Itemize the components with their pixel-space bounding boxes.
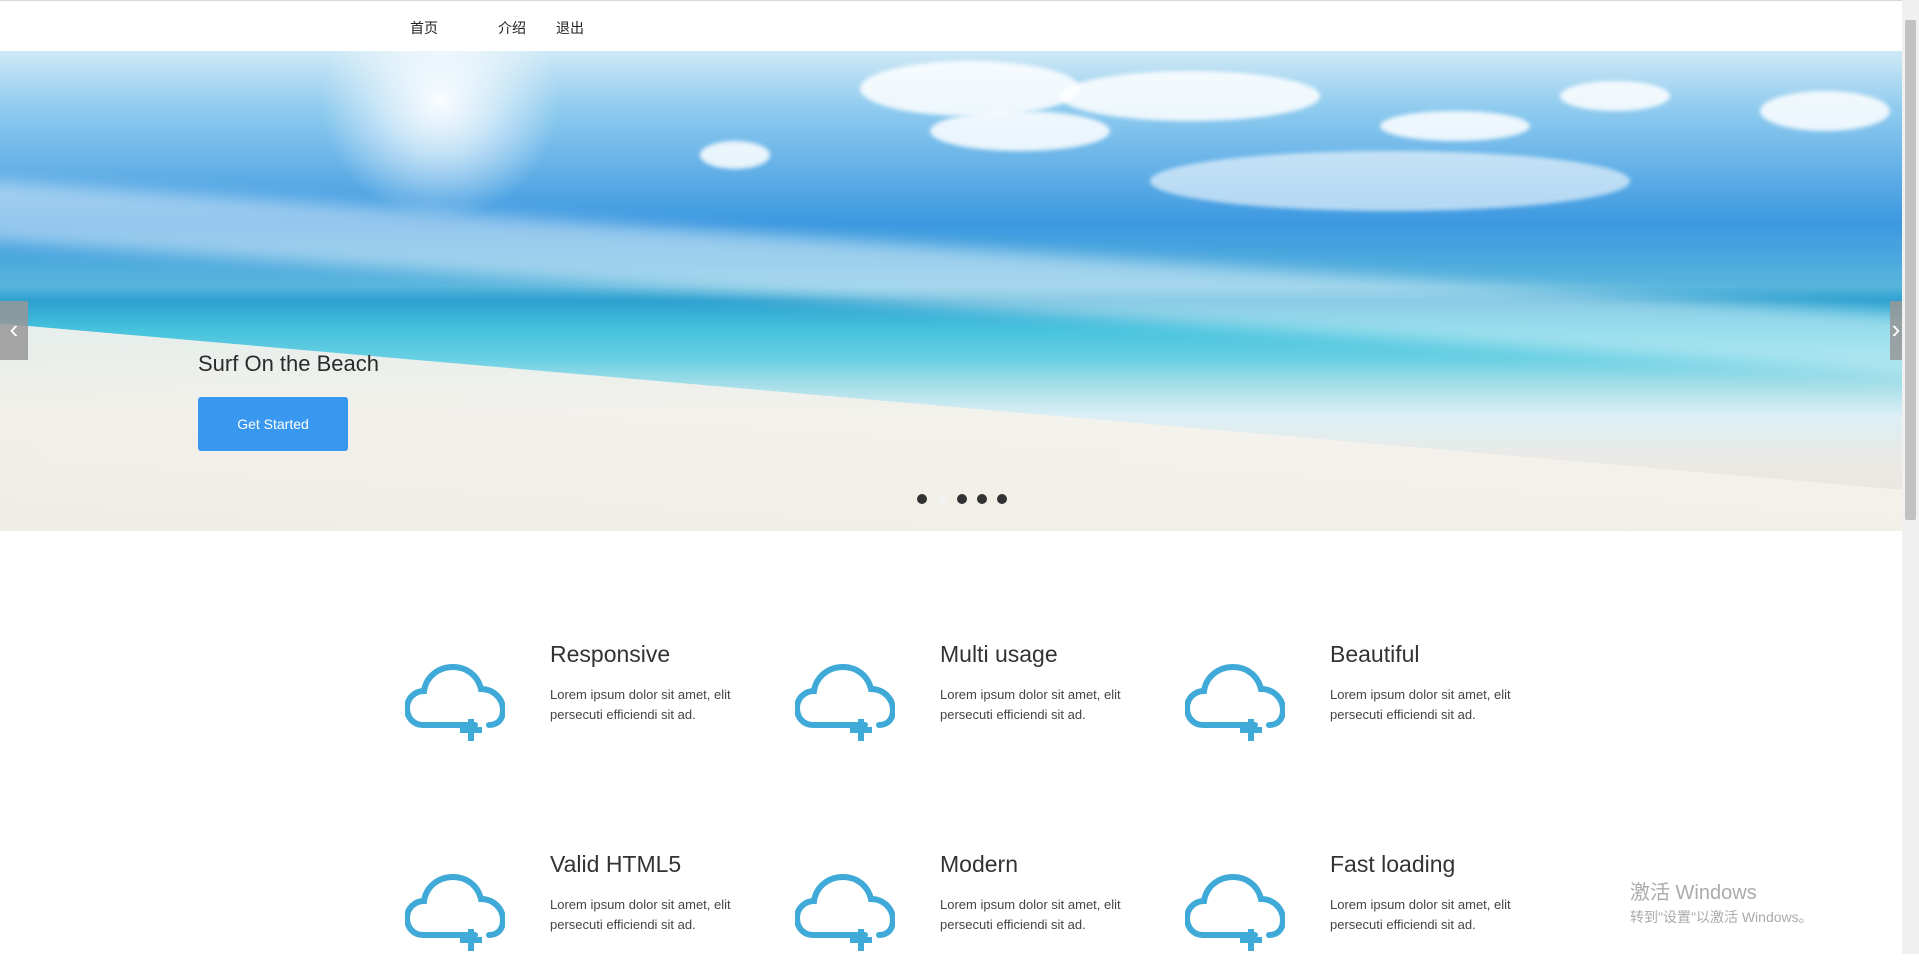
carousel-dot[interactable] [937,494,947,504]
nav-home-link[interactable]: 首页 [410,18,438,38]
feature-description: Lorem ipsum dolor sit amet, elit persecu… [1330,687,1511,722]
watermark-title: 激活 Windows [1630,882,1757,904]
page-scrollbar[interactable] [1902,0,1919,954]
cloud-plus-icon [405,663,505,741]
feature-title: Beautiful [1330,641,1420,667]
feature-beautiful: Beautiful Lorem ipsum dolor sit amet, el… [1185,641,1545,761]
carousel-indicators [917,491,1017,504]
cloud-plus-icon [1185,663,1285,741]
cloud-shape [1760,91,1890,131]
feature-title: Valid HTML5 [550,851,682,877]
feature-description: Lorem ipsum dolor sit amet, elit persecu… [1330,897,1511,932]
cloud-shape [860,61,1080,116]
carousel-dot[interactable] [957,494,967,504]
watermark-subtitle: 转到"设置"以激活 Windows。 [1630,909,1813,925]
cloud-shape [1560,81,1670,111]
feature-title: Responsive [550,641,671,667]
top-navbar: 首页 介绍 退出 [0,0,1919,51]
feature-description: Lorem ipsum dolor sit amet, elit persecu… [550,687,731,722]
feature-title: Modern [940,851,1018,877]
cloud-shape [1060,71,1320,121]
feature-description: Lorem ipsum dolor sit amet, elit persecu… [940,687,1121,722]
cloud-plus-icon [795,663,895,741]
nav-intro-link[interactable]: 介绍 [498,18,526,38]
hero-title: Surf On the Beach [198,351,379,376]
hero-carousel: Surf On the Beach Get Started ‹ › [0,51,1902,531]
carousel-dot[interactable] [997,494,1007,504]
feature-description: Lorem ipsum dolor sit amet, elit persecu… [940,897,1121,932]
cloud-shape [930,111,1110,151]
cloud-plus-icon [795,873,895,951]
cloud-shape [1380,111,1530,141]
feature-responsive: Responsive Lorem ipsum dolor sit amet, e… [405,641,765,761]
chevron-right-icon: › [1891,314,1901,344]
carousel-dot[interactable] [977,494,987,504]
windows-activation-watermark: 激活 Windows 转到"设置"以激活 Windows。 [1630,876,1813,927]
carousel-prev-button[interactable]: ‹ [0,301,28,360]
nav-logout-link[interactable]: 退出 [556,18,584,38]
carousel-dot[interactable] [917,494,927,504]
get-started-button[interactable]: Get Started [198,397,348,451]
feature-valid-html5: Valid HTML5 Lorem ipsum dolor sit amet, … [405,851,765,971]
cloud-shape [1150,151,1630,211]
feature-modern: Modern Lorem ipsum dolor sit amet, elit … [795,851,1155,971]
cloud-plus-icon [405,873,505,951]
chevron-left-icon: ‹ [9,314,19,344]
feature-multi-usage: Multi usage Lorem ipsum dolor sit amet, … [795,641,1155,761]
carousel-next-button[interactable]: › [1890,301,1902,360]
feature-description: Lorem ipsum dolor sit amet, elit persecu… [550,897,731,932]
cloud-shape [700,141,770,169]
feature-title: Multi usage [940,641,1058,667]
feature-fast-loading: Fast loading Lorem ipsum dolor sit amet,… [1185,851,1545,971]
feature-title: Fast loading [1330,851,1456,877]
scrollbar-thumb[interactable] [1905,20,1916,520]
sun-glare [320,51,560,221]
cloud-plus-icon [1185,873,1285,951]
